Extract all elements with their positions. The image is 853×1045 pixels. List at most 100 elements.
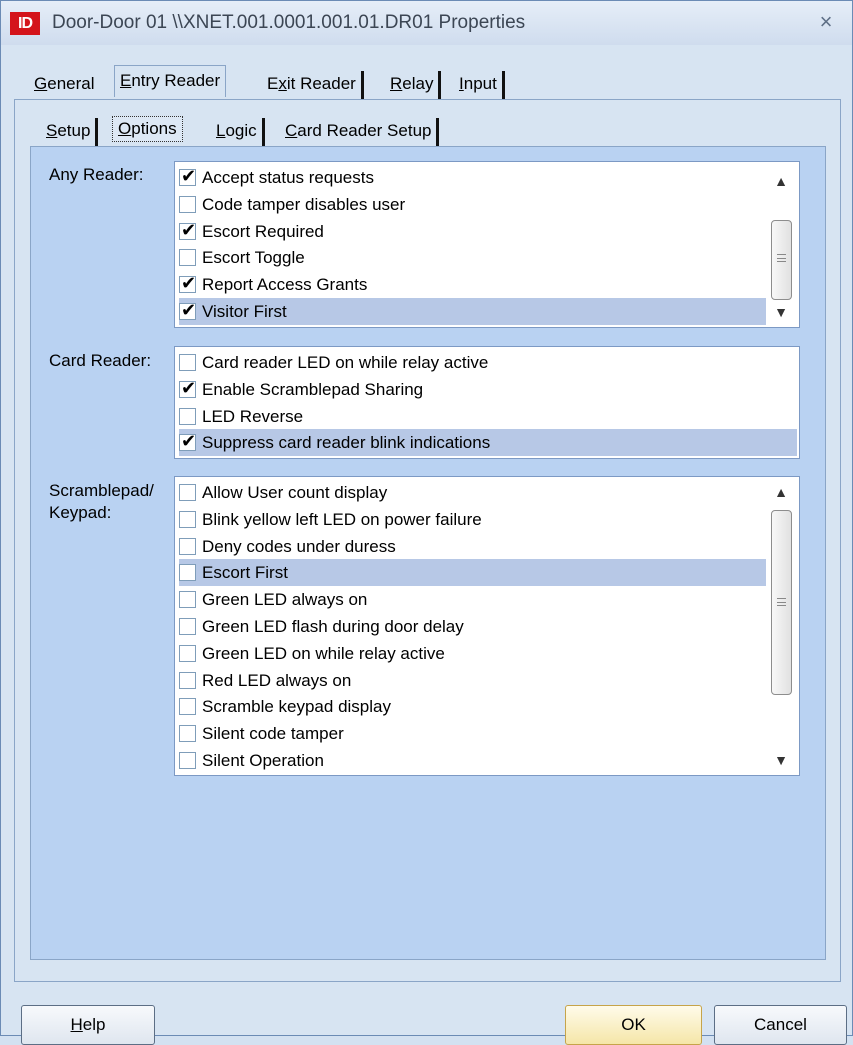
checkbox-label: Deny codes under duress bbox=[202, 536, 396, 556]
tab-exit-reader[interactable]: Exit Reader bbox=[262, 71, 364, 99]
tab-relay[interactable]: Relay bbox=[385, 71, 442, 99]
checkmark-icon: ✔ bbox=[181, 377, 197, 399]
checkbox-item[interactable]: ✔ Enable Scramblepad Sharing bbox=[179, 376, 797, 403]
tab-input[interactable]: Input bbox=[454, 71, 505, 99]
checkmark-icon: ✔ bbox=[181, 219, 197, 241]
checkbox-label: Accept status requests bbox=[202, 168, 374, 187]
checkbox-item[interactable]: Allow User count display bbox=[179, 479, 766, 506]
title-bar: ID Door-Door 01 \\XNET.001.0001.001.01.D… bbox=[1, 1, 852, 45]
checkbox-item[interactable]: ✔ Suppress card reader blink indications bbox=[179, 429, 797, 457]
checkbox-item[interactable]: ✔ Visitor First bbox=[179, 298, 766, 325]
any-reader-label: Any Reader: bbox=[49, 165, 144, 184]
checkbox-label: Escort First bbox=[202, 563, 288, 583]
checkbox-label: Scramble keypad display bbox=[202, 697, 391, 717]
checkbox-unchecked[interactable] bbox=[179, 354, 196, 371]
checkbox-unchecked[interactable] bbox=[179, 644, 196, 662]
checkbox-unchecked[interactable] bbox=[179, 698, 196, 716]
checkbox-unchecked[interactable] bbox=[179, 195, 196, 213]
scramblepad-label: Scramblepad/ Keypad: bbox=[49, 480, 154, 524]
checkbox-item[interactable]: Silent code tamper bbox=[179, 720, 766, 747]
checkbox-unchecked[interactable] bbox=[179, 618, 196, 635]
card-reader-label: Card Reader: bbox=[49, 351, 152, 370]
checkbox-label: Enable Scramblepad Sharing bbox=[202, 379, 424, 399]
tab-card-reader-setup[interactable]: Card Reader Setup bbox=[280, 118, 440, 146]
checkbox-unchecked[interactable] bbox=[179, 510, 196, 528]
checkbox-item[interactable]: Blink yellow left LED on power failure bbox=[179, 506, 766, 533]
checkbox-unchecked[interactable] bbox=[179, 752, 196, 769]
checkmark-icon: ✔ bbox=[181, 431, 197, 453]
checkbox-unchecked[interactable] bbox=[179, 591, 196, 609]
card-reader-list[interactable]: Card reader LED on while relay active ✔ En… bbox=[174, 346, 800, 459]
checkbox-item[interactable]: Red LED always on bbox=[179, 667, 766, 694]
checkbox-label: Escort Toggle bbox=[202, 248, 305, 268]
checkbox-checked[interactable]: ✔ bbox=[179, 378, 196, 399]
checkmark-icon: ✔ bbox=[181, 300, 197, 321]
tab-setup[interactable]: Setup bbox=[41, 118, 99, 146]
checkbox-item[interactable]: ✔ Accept status requests bbox=[179, 164, 766, 191]
window-title: Door-Door 01 \\XNET.001.0001.001.01.DR01… bbox=[52, 12, 526, 33]
checkbox-label: Green LED on while relay active bbox=[202, 643, 445, 663]
checkbox-checked[interactable]: ✔ bbox=[179, 300, 196, 321]
checkbox-unchecked[interactable] bbox=[179, 564, 196, 582]
checkmark-icon: ✔ bbox=[181, 166, 197, 187]
checkbox-item[interactable]: Escort First bbox=[179, 559, 766, 587]
checkbox-unchecked[interactable] bbox=[179, 725, 196, 743]
scramblepad-list[interactable]: Allow User count display Blink yellow lef… bbox=[174, 476, 800, 776]
tab-general[interactable]: General bbox=[29, 71, 100, 99]
scroll-thumb[interactable] bbox=[771, 220, 792, 300]
checkbox-label: Visitor First bbox=[202, 302, 287, 321]
scramblepad-scrollbar[interactable]: ▲ ▼ bbox=[767, 477, 795, 775]
checkbox-unchecked[interactable] bbox=[179, 671, 196, 689]
checkbox-label: Blink yellow left LED on power failure bbox=[202, 509, 482, 529]
checkbox-label: Escort Required bbox=[202, 221, 324, 241]
checkbox-item[interactable]: ✔ Report Access Grants bbox=[179, 271, 766, 298]
scroll-thumb[interactable] bbox=[771, 510, 792, 695]
any-reader-list[interactable]: ✔ Accept status requests Code tamper disab… bbox=[174, 161, 800, 328]
checkbox-unchecked[interactable] bbox=[179, 484, 196, 501]
checkbox-label: Silent Operation bbox=[202, 751, 324, 770]
checkbox-checked[interactable]: ✔ bbox=[179, 220, 196, 241]
app-logo-icon: ID bbox=[10, 12, 40, 35]
checkbox-item[interactable]: Deny codes under duress bbox=[179, 533, 766, 560]
checkbox-label: Green LED flash during door delay bbox=[202, 617, 464, 636]
scroll-up-icon[interactable]: ▲ bbox=[767, 480, 795, 504]
properties-dialog: ID Door-Door 01 \\XNET.001.0001.001.01.D… bbox=[0, 0, 853, 1045]
checkbox-item[interactable]: Green LED always on bbox=[179, 586, 766, 613]
checkbox-unchecked[interactable] bbox=[179, 537, 196, 555]
close-button[interactable]: × bbox=[813, 9, 839, 35]
checkbox-label: Green LED always on bbox=[202, 590, 368, 610]
checkbox-item[interactable]: LED Reverse bbox=[179, 403, 797, 430]
scroll-down-icon[interactable]: ▼ bbox=[767, 300, 795, 324]
tab-logic[interactable]: Logic bbox=[211, 118, 265, 146]
checkbox-item[interactable]: Code tamper disables user bbox=[179, 191, 766, 218]
checkbox-label: LED Reverse bbox=[202, 406, 304, 426]
scroll-up-icon[interactable]: ▲ bbox=[767, 169, 795, 193]
checkbox-label: Allow User count display bbox=[202, 483, 388, 502]
checkbox-unchecked[interactable] bbox=[179, 407, 196, 425]
scramblepad-label-line2: Keypad: bbox=[49, 503, 112, 522]
checkbox-label: Report Access Grants bbox=[202, 275, 368, 295]
tab-options[interactable]: Options bbox=[112, 116, 183, 142]
checkbox-item[interactable]: Card reader LED on while relay active bbox=[179, 349, 797, 376]
tab-entry-reader[interactable]: Entry Reader bbox=[114, 65, 227, 97]
scramblepad-label-line1: Scramblepad/ bbox=[49, 481, 154, 500]
any-reader-scrollbar[interactable]: ▲ ▼ bbox=[767, 162, 795, 327]
checkbox-item[interactable]: ✔ Escort Required bbox=[179, 218, 766, 245]
checkbox-label: Card reader LED on while relay active bbox=[202, 353, 489, 372]
checkmark-icon: ✔ bbox=[181, 273, 197, 295]
checkbox-item[interactable]: Scramble keypad display bbox=[179, 693, 766, 720]
checkbox-label: Silent code tamper bbox=[202, 724, 344, 744]
checkbox-checked[interactable]: ✔ bbox=[179, 431, 196, 452]
help-button[interactable]: Help bbox=[21, 1005, 155, 1045]
cancel-button[interactable]: Cancel bbox=[714, 1005, 847, 1045]
checkbox-unchecked[interactable] bbox=[179, 249, 196, 267]
checkbox-label: Suppress card reader blink indications bbox=[202, 433, 491, 453]
checkbox-item[interactable]: Green LED on while relay active bbox=[179, 640, 766, 667]
ok-button[interactable]: OK bbox=[565, 1005, 702, 1045]
checkbox-checked[interactable]: ✔ bbox=[179, 273, 196, 294]
checkbox-checked[interactable]: ✔ bbox=[179, 166, 196, 187]
checkbox-item[interactable]: Silent Operation bbox=[179, 747, 766, 774]
checkbox-item[interactable]: Escort Toggle bbox=[179, 244, 766, 271]
checkbox-item[interactable]: Green LED flash during door delay bbox=[179, 613, 766, 640]
scroll-down-icon[interactable]: ▼ bbox=[767, 748, 795, 772]
